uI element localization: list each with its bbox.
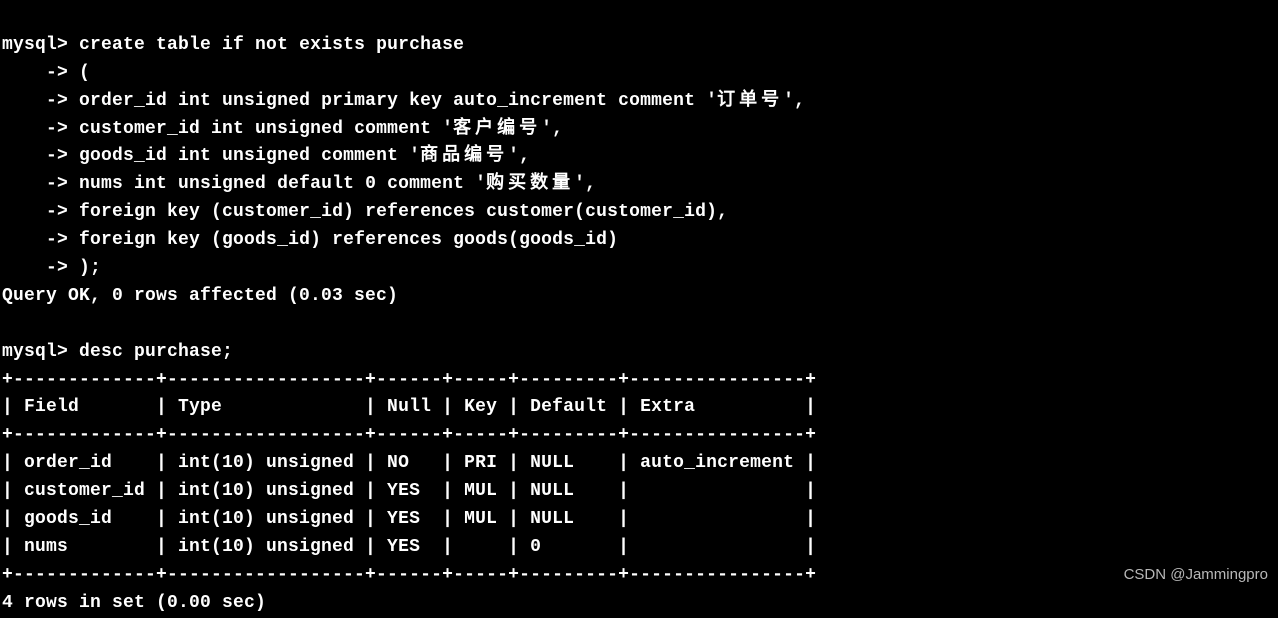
sql-line: foreign key (customer_id) references cus… [79,202,728,222]
table-border: +-------------+------------------+------… [2,565,816,585]
cont-prompt: -> [2,63,68,83]
table-row: | customer_id | int(10) unsigned | YES |… [2,481,816,501]
sql-line: order_id int unsigned primary key auto_i… [79,91,805,111]
sql-line: customer_id int unsigned comment '客户编号', [79,119,563,139]
cont-prompt: -> [2,230,68,250]
sql-line: nums int unsigned default 0 comment '购买数… [79,174,596,194]
table-row: | nums | int(10) unsigned | YES | | 0 | … [2,537,816,557]
sql-line: ); [79,258,101,278]
table-row: | goods_id | int(10) unsigned | YES | MU… [2,509,816,529]
cont-prompt: -> [2,174,68,194]
rows-in-set: 4 rows in set (0.00 sec) [2,593,266,613]
watermark: CSDN @Jammingpro [1124,563,1268,586]
sql-line: ( [79,63,90,83]
cont-prompt: -> [2,202,68,222]
prompt: mysql> [2,35,68,55]
sql-line: create table if not exists purchase [79,35,464,55]
cont-prompt: -> [2,91,68,111]
terminal-output[interactable]: mysql> create table if not exists purcha… [2,4,1278,618]
table-border: +-------------+------------------+------… [2,370,816,390]
sql-desc: desc purchase; [79,342,233,362]
sql-line: foreign key (goods_id) references goods(… [79,230,618,250]
table-header: | Field | Type | Null | Key | Default | … [2,397,816,417]
table-row: | order_id | int(10) unsigned | NO | PRI… [2,453,816,473]
cont-prompt: -> [2,119,68,139]
table-border: +-------------+------------------+------… [2,425,816,445]
cont-prompt: -> [2,258,68,278]
cont-prompt: -> [2,146,68,166]
prompt: mysql> [2,342,68,362]
sql-line: goods_id int unsigned comment '商品编号', [79,146,530,166]
query-ok: Query OK, 0 rows affected (0.03 sec) [2,286,398,306]
